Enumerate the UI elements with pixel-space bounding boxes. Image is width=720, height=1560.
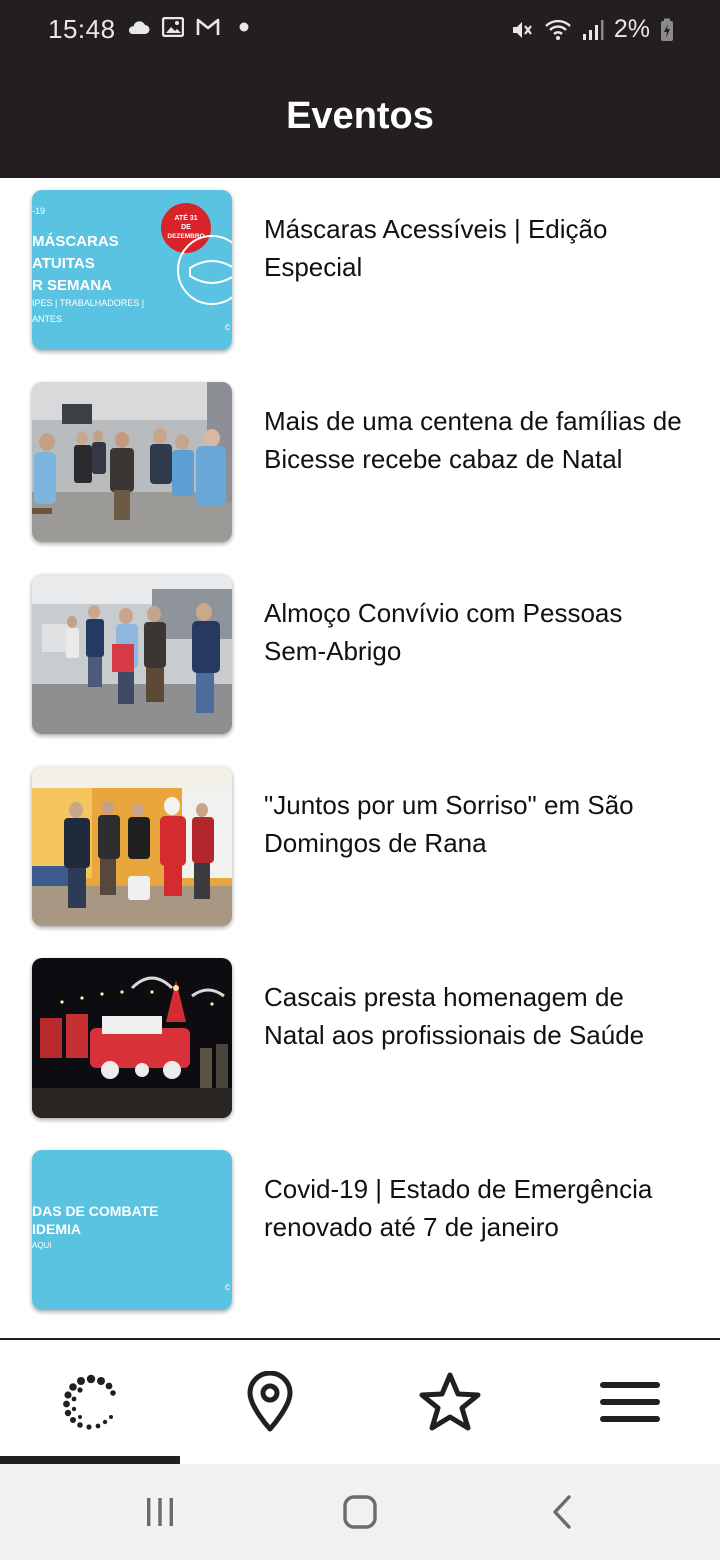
event-item[interactable]: Almoço Convívio com Pessoas Sem-Abrigo [0, 562, 720, 754]
system-navigation-bar [0, 1464, 720, 1560]
svg-text:c: c [225, 1282, 230, 1293]
thumb-subtext-2: ANTES [32, 314, 62, 324]
image-icon [162, 17, 184, 37]
menu-icon [600, 1382, 660, 1422]
nav-home-button[interactable] [0, 1340, 180, 1464]
event-thumbnail [32, 766, 232, 926]
recent-apps-button[interactable] [100, 1464, 220, 1560]
mute-icon [512, 21, 532, 38]
recent-apps-icon [147, 1498, 173, 1526]
thumb-headline-3: R SEMANA [32, 277, 112, 294]
thumb-headline-2: IDEMIA [32, 1221, 81, 1237]
badge-line-1: ATÉ 31 [174, 213, 197, 222]
svg-text:c: c [225, 322, 230, 333]
thumb-headline-1: MÁSCARAS [32, 233, 119, 250]
thumb-headline-1: DAS DE COMBATE [32, 1203, 159, 1219]
notification-icons [126, 17, 252, 37]
thumb-subtext: AQUI [32, 1241, 52, 1250]
status-time: 15:48 [48, 14, 116, 44]
event-thumbnail: -19 MÁSCARAS ATUITAS R SEMANA IPES | TRA… [32, 190, 232, 350]
event-item[interactable]: -19 MÁSCARAS ATUITAS R SEMANA IPES | TRA… [0, 178, 720, 370]
dot-icon [239, 22, 249, 32]
status-bar: 15:48 2% [0, 0, 720, 58]
event-title: Mais de uma centena de famílias de Bices… [264, 406, 682, 474]
event-title: Almoço Convívio com Pessoas Sem-Abrigo [264, 598, 623, 666]
nav-menu-button[interactable] [540, 1340, 720, 1464]
active-tab-indicator [0, 1456, 180, 1464]
bottom-navigation [0, 1338, 720, 1464]
page-title: Eventos [286, 94, 434, 137]
back-icon [553, 1495, 571, 1529]
nav-map-button[interactable] [180, 1340, 360, 1464]
event-title: Covid-19 | Estado de Emergência renovado… [264, 1174, 653, 1242]
event-title: "Juntos por um Sorriso" em São Domingos … [264, 790, 634, 858]
event-item[interactable]: DAS DE COMBATE IDEMIA AQUI c Covid-19 | … [0, 1138, 720, 1330]
event-thumbnail [32, 382, 232, 542]
events-list[interactable]: -19 MÁSCARAS ATUITAS R SEMANA IPES | TRA… [0, 178, 720, 1338]
event-thumbnail [32, 958, 232, 1118]
home-icon [343, 1495, 377, 1529]
battery-icon [661, 18, 673, 41]
cloud-icon [128, 21, 150, 34]
thumb-text-prefix: -19 [32, 206, 45, 216]
thumb-headline-2: ATUITAS [32, 255, 95, 272]
battery-percent: 2% [613, 15, 650, 43]
event-item[interactable]: Mais de uma centena de famílias de Bices… [0, 370, 720, 562]
wifi-icon [545, 19, 571, 40]
system-status-icons: 2% [510, 15, 674, 44]
nav-favorites-button[interactable] [360, 1340, 540, 1464]
back-button[interactable] [502, 1464, 622, 1560]
star-icon [419, 1372, 481, 1431]
event-item[interactable]: "Juntos por um Sorriso" em São Domingos … [0, 754, 720, 946]
signal-icon [582, 19, 604, 40]
event-item[interactable]: Cascais presta homenagem de Natal aos pr… [0, 946, 720, 1138]
gmail-icon [196, 18, 220, 35]
event-title: Cascais presta homenagem de Natal aos pr… [264, 982, 645, 1050]
home-button[interactable] [300, 1464, 420, 1560]
badge-line-2: DE [181, 224, 191, 231]
cascais-logo-icon [63, 1374, 116, 1430]
event-title: Máscaras Acessíveis | Edição Especial [264, 214, 608, 282]
event-thumbnail [32, 574, 232, 734]
app-bar: Eventos [0, 58, 720, 178]
thumb-subtext-1: IPES | TRABALHADORES | [32, 298, 144, 308]
location-pin-icon [247, 1371, 293, 1432]
event-thumbnail: DAS DE COMBATE IDEMIA AQUI c [32, 1150, 232, 1310]
